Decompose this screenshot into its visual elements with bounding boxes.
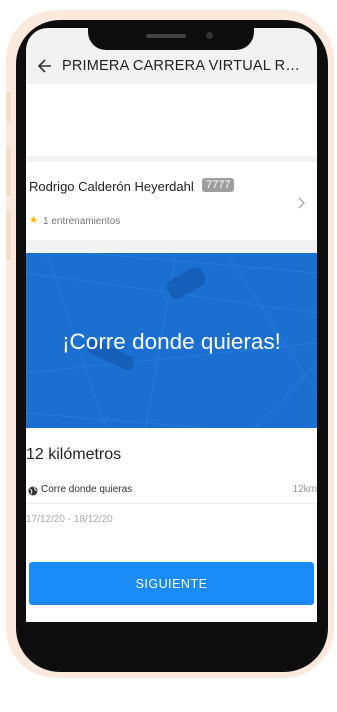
page-title: PRIMERA CARRERA VIRTUAL RE... [62, 58, 302, 74]
divider [26, 503, 317, 504]
hero-banner: ¡Corre donde quieras! [26, 253, 317, 428]
runner-card[interactable]: Rodrigo Calderón Heyerdahl 7777 ★ 1 entr… [26, 162, 317, 240]
globe-icon [28, 483, 38, 501]
runner-name: Rodrigo Calderón Heyerdahl [29, 179, 194, 194]
race-info: 12 kilómetros Corre donde quieras 12km 1… [26, 428, 317, 622]
side-button [6, 210, 11, 260]
front-camera [206, 32, 213, 39]
race-dates: 17/12/20 - 18/12/20 [26, 514, 113, 525]
trainings-count: 1 entrenamientos [43, 216, 121, 227]
speaker-grille [146, 34, 186, 38]
race-mode-distance: 12km [292, 484, 317, 495]
next-button[interactable]: SIGUIENTE [29, 562, 314, 605]
race-mode-label: Corre donde quieras [41, 484, 133, 495]
chevron-right-icon[interactable] [296, 196, 306, 214]
bib-number-badge: 7777 [202, 178, 235, 192]
event-banner [26, 84, 317, 156]
side-button [6, 146, 11, 196]
race-distance: 12 kilómetros [26, 446, 122, 463]
app-screen: PRIMERA CARRERA VIRTUAL RE... Rodrigo Ca… [26, 28, 317, 622]
side-button [6, 92, 11, 122]
back-arrow-icon[interactable] [32, 54, 56, 78]
app-bar: PRIMERA CARRERA VIRTUAL RE... [26, 52, 317, 80]
phone-notch [88, 22, 254, 50]
hero-title: ¡Corre donde quieras! [62, 329, 281, 354]
star-icon: ★ [29, 215, 38, 226]
